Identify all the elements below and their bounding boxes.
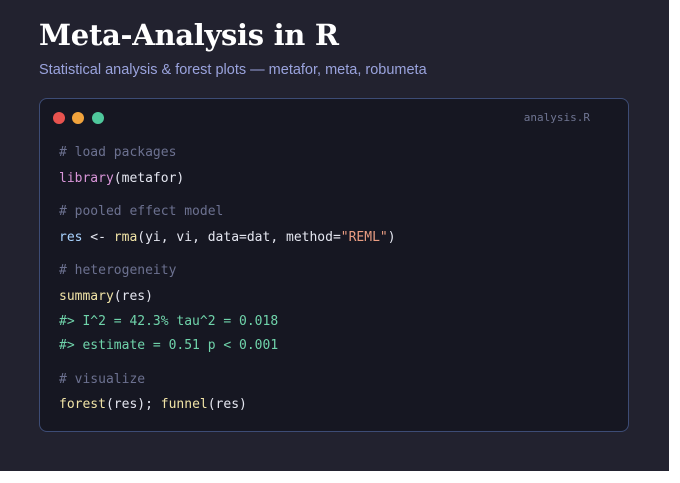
page-subtitle: Statistical analysis & forest plots — me… <box>39 62 427 78</box>
code-args: (yi, vi, data=dat, method= <box>137 230 341 245</box>
code-block: # load packages library(metafor) # poole… <box>59 99 396 412</box>
code-line-plots: forest(res); funnel(res) <box>59 397 247 413</box>
code-string: "REML" <box>340 230 388 245</box>
code-output-heterogeneity: #> I^2 = 42.3% tau^2 = 0.018 <box>59 314 279 329</box>
code-args: (res) <box>113 289 153 304</box>
code-comment: # heterogeneity <box>59 263 177 278</box>
code-line-summary: summary(res) <box>59 289 153 305</box>
code-function: forest <box>59 397 106 412</box>
code-editor-window: analysis.R # load packages library(metaf… <box>39 98 629 432</box>
code-comment: # load packages <box>59 145 177 160</box>
code-operator: <- <box>82 230 114 245</box>
code-function: library <box>59 171 114 186</box>
code-paren: ) <box>387 230 396 245</box>
code-line-rma: res <- rma(yi, vi, data=dat, method="REM… <box>59 230 396 246</box>
page-title: Meta-Analysis in R <box>39 18 339 52</box>
code-comment: # pooled effect model <box>59 204 224 219</box>
code-line-library: library(metafor) <box>59 171 184 187</box>
file-name-tab: analysis.R <box>523 111 590 124</box>
slide: Meta-Analysis in R Statistical analysis … <box>0 0 669 471</box>
code-function: funnel <box>160 397 208 412</box>
code-output-estimate: #> estimate = 0.51 p < 0.001 <box>59 338 279 353</box>
code-args: (metafor) <box>113 171 185 186</box>
code-variable: res <box>59 230 83 245</box>
code-comment: # visualize <box>59 372 146 387</box>
code-function: summary <box>59 289 114 304</box>
code-args: (res) <box>207 397 247 412</box>
code-args: (res); <box>105 397 161 412</box>
code-function: rma <box>113 230 138 245</box>
